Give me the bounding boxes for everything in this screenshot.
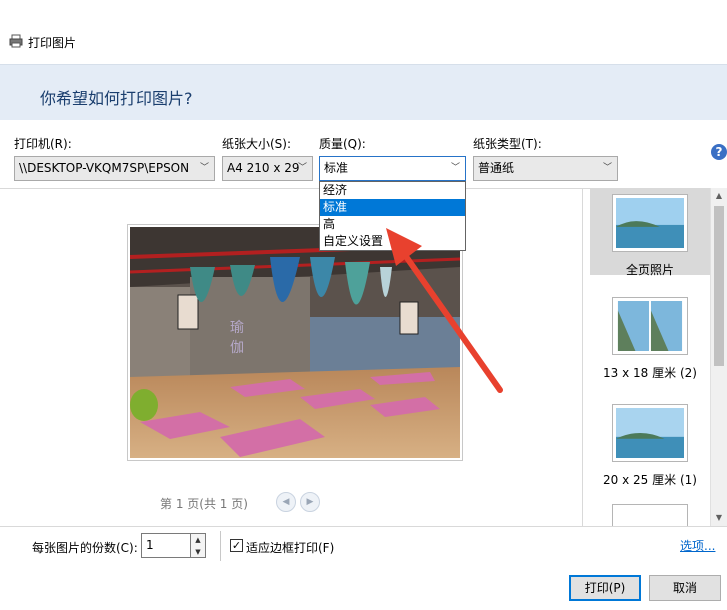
spin-down-icon[interactable]: ▼	[191, 546, 205, 558]
copies-label: 每张图片的份数(C):	[32, 541, 138, 555]
svg-text:伽: 伽	[230, 340, 244, 356]
quality-label: 质量(Q):	[319, 137, 366, 151]
help-icon[interactable]: ?	[711, 144, 727, 160]
paper-size-select[interactable]: A4 210 x 29 ﹀	[222, 156, 313, 181]
printer-label: 打印机(R):	[14, 137, 72, 151]
chevron-down-icon: ﹀	[602, 163, 612, 173]
cancel-button[interactable]: 取消	[649, 575, 721, 601]
single-photo-thumbnail	[612, 404, 688, 462]
scroll-thumb[interactable]	[714, 206, 724, 366]
layout-label: 20 x 25 厘米 (1)	[603, 473, 697, 487]
layout-scrollbar[interactable]: ▲ ▼	[710, 188, 727, 526]
paper-size-label: 纸张大小(S):	[222, 137, 292, 151]
copies-spinner[interactable]: ▲ ▼	[191, 533, 206, 558]
page-heading: 你希望如何打印图片?	[40, 89, 193, 108]
paper-type-label: 纸张类型(T):	[473, 137, 542, 151]
prev-page-button[interactable]: ◀	[276, 492, 296, 512]
footer-bar: 每张图片的份数(C): 1 ▲ ▼ ✓ 适应边框打印(F) 选项... 打印(P…	[0, 526, 727, 610]
scroll-up-icon[interactable]: ▲	[711, 188, 727, 204]
printer-value: \\DESKTOP-VKQM7SP\EPSON	[19, 161, 190, 175]
quality-option-standard[interactable]: 标准	[320, 199, 465, 216]
scroll-down-icon[interactable]: ▼	[711, 510, 727, 526]
layout-label: 13 x 18 厘米 (2)	[603, 366, 697, 380]
layout-item-partial[interactable]	[590, 499, 710, 526]
chevron-down-icon: ﹀	[297, 163, 307, 173]
chevron-down-icon: ﹀	[199, 163, 209, 173]
print-button[interactable]: 打印(P)	[569, 575, 641, 601]
header-band: 你希望如何打印图片?	[0, 64, 727, 120]
paper-size-value: A4 210 x 29	[227, 161, 300, 175]
layout-item-20x25[interactable]: 20 x 25 厘米 (1)	[590, 399, 710, 487]
fit-label: 适应边框打印(F)	[246, 541, 335, 555]
spin-up-icon[interactable]: ▲	[191, 534, 205, 546]
partial-thumbnail	[612, 504, 688, 526]
page-indicator: 第 1 页(共 1 页)	[160, 497, 248, 511]
quality-option-economy[interactable]: 经济	[320, 182, 465, 199]
title-bar: 打印图片	[0, 0, 727, 64]
annotation-arrow-icon	[386, 228, 503, 393]
full-page-thumbnail	[612, 194, 688, 252]
layout-item-full-page[interactable]: 全页照片	[590, 189, 710, 277]
printer-icon	[9, 34, 23, 48]
separator	[220, 531, 221, 561]
quality-select[interactable]: 标准 ﹀	[319, 156, 466, 181]
layout-item-13x18[interactable]: 13 x 18 厘米 (2)	[590, 292, 710, 380]
printer-select[interactable]: \\DESKTOP-VKQM7SP\EPSON ﹀	[14, 156, 215, 181]
copies-input[interactable]: 1	[141, 533, 191, 558]
layout-list: 全页照片 13 x 18 厘米 (2) 20 x 25 厘米 (1)	[583, 188, 710, 526]
print-settings-row: 打印机(R): \\DESKTOP-VKQM7SP\EPSON ﹀ 纸张大小(S…	[0, 120, 727, 188]
chevron-down-icon: ﹀	[450, 163, 460, 173]
quality-value: 标准	[324, 161, 349, 175]
fit-checkbox[interactable]: ✓	[230, 539, 243, 552]
next-page-button[interactable]: ▶	[300, 492, 320, 512]
layout-label: 全页照片	[625, 263, 674, 277]
svg-text:瑜: 瑜	[230, 320, 244, 336]
options-link[interactable]: 选项...	[680, 537, 715, 554]
two-photo-thumbnail	[612, 297, 688, 355]
paper-type-value: 普通纸	[478, 161, 515, 175]
paper-type-select[interactable]: 普通纸 ﹀	[473, 156, 618, 181]
window-title: 打印图片	[28, 36, 77, 50]
